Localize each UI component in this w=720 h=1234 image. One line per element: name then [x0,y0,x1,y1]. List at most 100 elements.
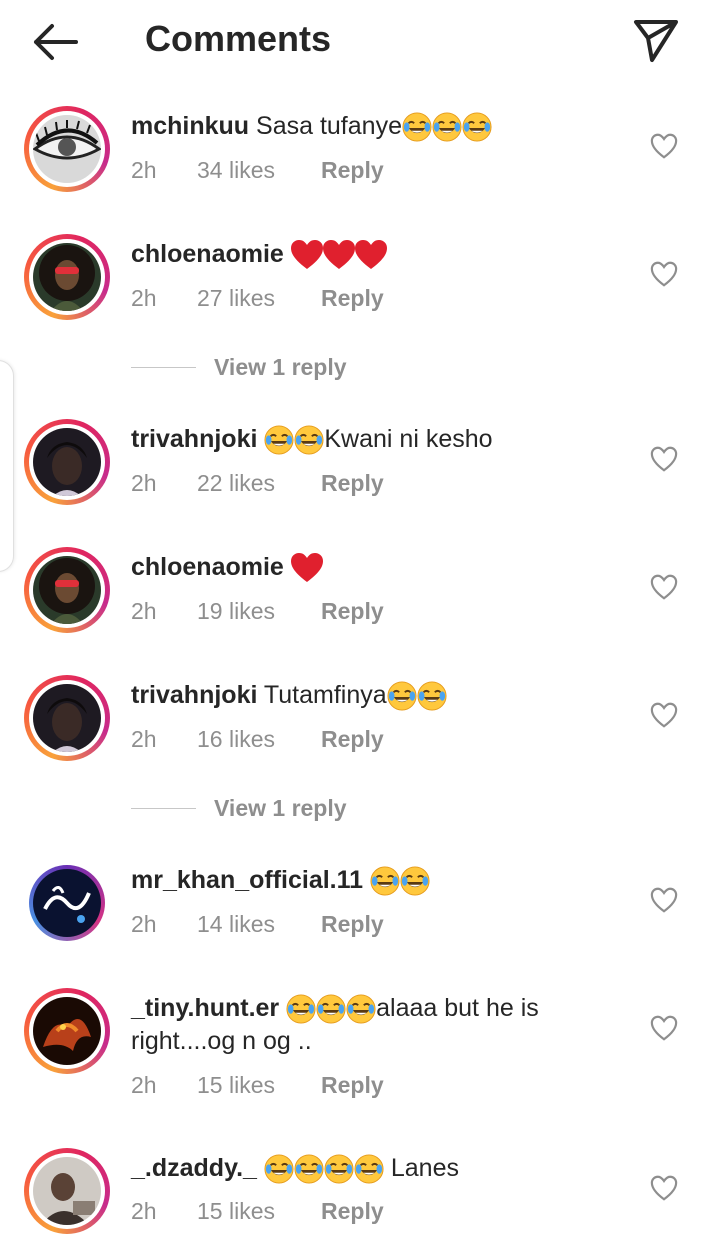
reply-button[interactable]: Reply [321,157,384,184]
comment-time: 2h [131,911,157,937]
avatar[interactable] [24,860,110,946]
comment-meta: 2h 34 likes Reply [131,157,384,184]
red-heart-emoji-icon [291,240,323,270]
laughing-emoji-icon [400,866,430,896]
comment-text: trivahnjoki Tutamfinya [131,679,601,712]
comment-username[interactable]: _tiny.hunt.er [131,994,279,1022]
reply-button[interactable]: Reply [321,1072,384,1099]
like-heart-icon[interactable] [650,446,678,472]
comment-time: 2h [131,285,157,311]
comment-username[interactable]: chloenaomie [131,240,284,268]
comment-meta: 2h 19 likes Reply [131,598,384,625]
laughing-emoji-icon [294,425,324,455]
avatar[interactable] [24,547,110,633]
avatar[interactable] [24,419,110,505]
laughing-emoji-icon [316,994,346,1024]
divider [131,366,196,368]
reply-button[interactable]: Reply [321,726,384,753]
comment-text: chloenaomie [131,551,601,584]
like-heart-icon[interactable] [650,261,678,287]
comment-likes[interactable]: 14 likes [197,911,321,938]
comment-time: 2h [131,726,157,752]
avatar[interactable] [24,988,110,1074]
reply-button[interactable]: Reply [321,1198,384,1225]
arrow-left-icon [34,24,78,60]
like-heart-icon[interactable] [650,133,678,159]
edge-panel-handle[interactable] [0,360,14,572]
comment-meta: 2h 22 likes Reply [131,470,384,497]
red-heart-emoji-icon [291,553,323,583]
comment-text: _tiny.hunt.er alaaa but he is right....o… [131,992,601,1058]
comment-text: mr_khan_official.11 [131,864,601,897]
laughing-emoji-icon [387,681,417,711]
comment-username[interactable]: mchinkuu [131,112,249,140]
red-heart-emoji-icon [355,240,387,270]
comment-likes[interactable]: 19 likes [197,598,321,625]
laughing-emoji-icon [417,681,447,711]
comment-time: 2h [131,157,157,183]
paper-plane-icon [634,20,678,62]
laughing-emoji-icon [264,425,294,455]
avatar[interactable] [24,675,110,761]
page-title: Comments [145,18,332,59]
comment-body: Lanes [390,1154,459,1182]
divider [131,807,196,809]
laughing-emoji-icon [324,1154,354,1184]
back-button[interactable] [28,20,84,64]
view-replies-button[interactable]: View 1 reply [131,352,347,382]
comment-likes[interactable]: 15 likes [197,1072,321,1099]
comment-username[interactable]: _.dzaddy._ [131,1154,257,1182]
comment-text: mchinkuu Sasa tufanye [131,110,601,143]
laughing-emoji-icon [354,1154,384,1184]
comment-time: 2h [131,1198,157,1224]
avatar[interactable] [24,106,110,192]
comment-text: _.dzaddy._ Lanes [131,1152,601,1185]
like-heart-icon[interactable] [650,1015,678,1041]
comment-text: chloenaomie [131,238,601,271]
comment-meta: 2h 27 likes Reply [131,285,384,312]
laughing-emoji-icon [294,1154,324,1184]
laughing-emoji-icon [402,112,432,142]
comment-username[interactable]: trivahnjoki [131,425,257,453]
laughing-emoji-icon [286,994,316,1024]
like-heart-icon[interactable] [650,1175,678,1201]
laughing-emoji-icon [462,112,492,142]
comment-likes[interactable]: 27 likes [197,285,321,312]
share-button[interactable] [630,16,682,64]
like-heart-icon[interactable] [650,887,678,913]
comment-username[interactable]: trivahnjoki [131,681,257,709]
avatar[interactable] [24,1148,110,1234]
reply-button[interactable]: Reply [321,911,384,938]
comment-username[interactable]: chloenaomie [131,553,284,581]
comment-time: 2h [131,470,157,496]
reply-button[interactable]: Reply [321,285,384,312]
comment-text: trivahnjoki Kwani ni kesho [131,423,601,456]
comment-username[interactable]: mr_khan_official.11 [131,866,363,894]
view-replies-label: View 1 reply [214,794,347,821]
comment-likes[interactable]: 16 likes [197,726,321,753]
like-heart-icon[interactable] [650,574,678,600]
comment-likes[interactable]: 34 likes [197,157,321,184]
comment-meta: 2h 16 likes Reply [131,726,384,753]
comment-body: Sasa tufanye [256,112,402,140]
reply-button[interactable]: Reply [321,598,384,625]
laughing-emoji-icon [346,994,376,1024]
like-heart-icon[interactable] [650,702,678,728]
avatar[interactable] [24,234,110,320]
comment-likes[interactable]: 22 likes [197,470,321,497]
laughing-emoji-icon [432,112,462,142]
view-replies-label: View 1 reply [214,353,347,380]
comment-body: Tutamfinya [263,681,387,709]
comment-time: 2h [131,1072,157,1098]
comment-meta: 2h 15 likes Reply [131,1072,384,1099]
laughing-emoji-icon [370,866,400,896]
comment-body: Kwani ni kesho [324,425,493,453]
comment-meta: 2h 14 likes Reply [131,911,384,938]
comment-likes[interactable]: 15 likes [197,1198,321,1225]
top-bar: Comments [0,0,720,86]
reply-button[interactable]: Reply [321,470,384,497]
comment-time: 2h [131,598,157,624]
red-heart-emoji-icon [323,240,355,270]
laughing-emoji-icon [264,1154,294,1184]
view-replies-button[interactable]: View 1 reply [131,793,347,823]
